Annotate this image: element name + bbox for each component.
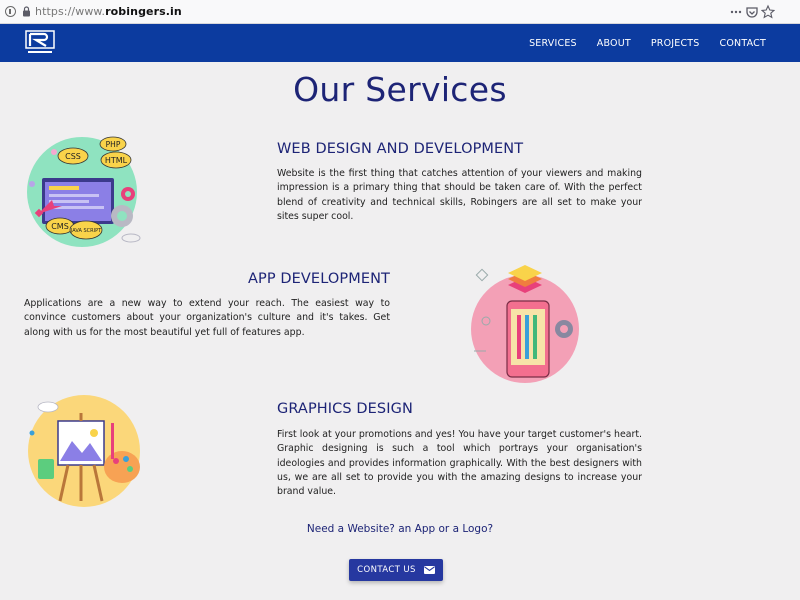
pocket-icon[interactable] — [745, 4, 759, 20]
service-description-graphics-design: First look at your promotions and yes! Y… — [277, 429, 642, 498]
web-design-illustration: CSS PHP HTML CMS JAVA SCRIPT — [27, 136, 141, 247]
service-description-web-design: Website is the first thing that catches … — [277, 168, 642, 222]
browser-address-bar: https://www.robingers.in — [0, 0, 800, 24]
mail-icon — [423, 566, 435, 574]
cms-label: CMS — [51, 222, 69, 231]
main-nav: SERVICES ABOUT PROJECTS CONTACT — [529, 24, 766, 62]
service-title-web-design: WEB DESIGN AND DEVELOPMENT — [277, 141, 524, 157]
app-development-illustration — [471, 265, 579, 383]
info-icon[interactable] — [5, 6, 16, 17]
nav-contact[interactable]: CONTACT — [720, 38, 766, 49]
css-label: CSS — [65, 152, 81, 161]
more-options-icon[interactable] — [729, 4, 743, 20]
javascript-label: JAVA SCRIPT — [70, 228, 102, 234]
html-label: HTML — [105, 156, 128, 165]
contact-us-button[interactable]: CONTACT US — [349, 559, 443, 581]
graphics-design-illustration — [28, 395, 140, 507]
service-description-app-development: Applications are a new way to extend you… — [24, 298, 390, 338]
robingers-logo[interactable] — [25, 30, 55, 56]
nav-projects[interactable]: PROJECTS — [651, 38, 700, 49]
page-title: Our Services — [293, 70, 507, 109]
php-label: PHP — [106, 140, 121, 149]
service-title-graphics-design: GRAPHICS DESIGN — [277, 401, 413, 417]
contact-us-button-label: CONTACT US — [357, 565, 416, 575]
site-header: SERVICES ABOUT PROJECTS CONTACT — [0, 24, 800, 62]
lock-icon — [23, 6, 30, 17]
service-title-app-development: APP DEVELOPMENT — [247, 271, 390, 287]
nav-about[interactable]: ABOUT — [597, 38, 631, 49]
nav-services[interactable]: SERVICES — [529, 38, 577, 49]
url-field[interactable]: https://www.robingers.in — [35, 5, 182, 18]
cta-question: Need a Website? an App or a Logo? — [306, 523, 494, 535]
bookmark-star-icon[interactable] — [761, 4, 775, 20]
